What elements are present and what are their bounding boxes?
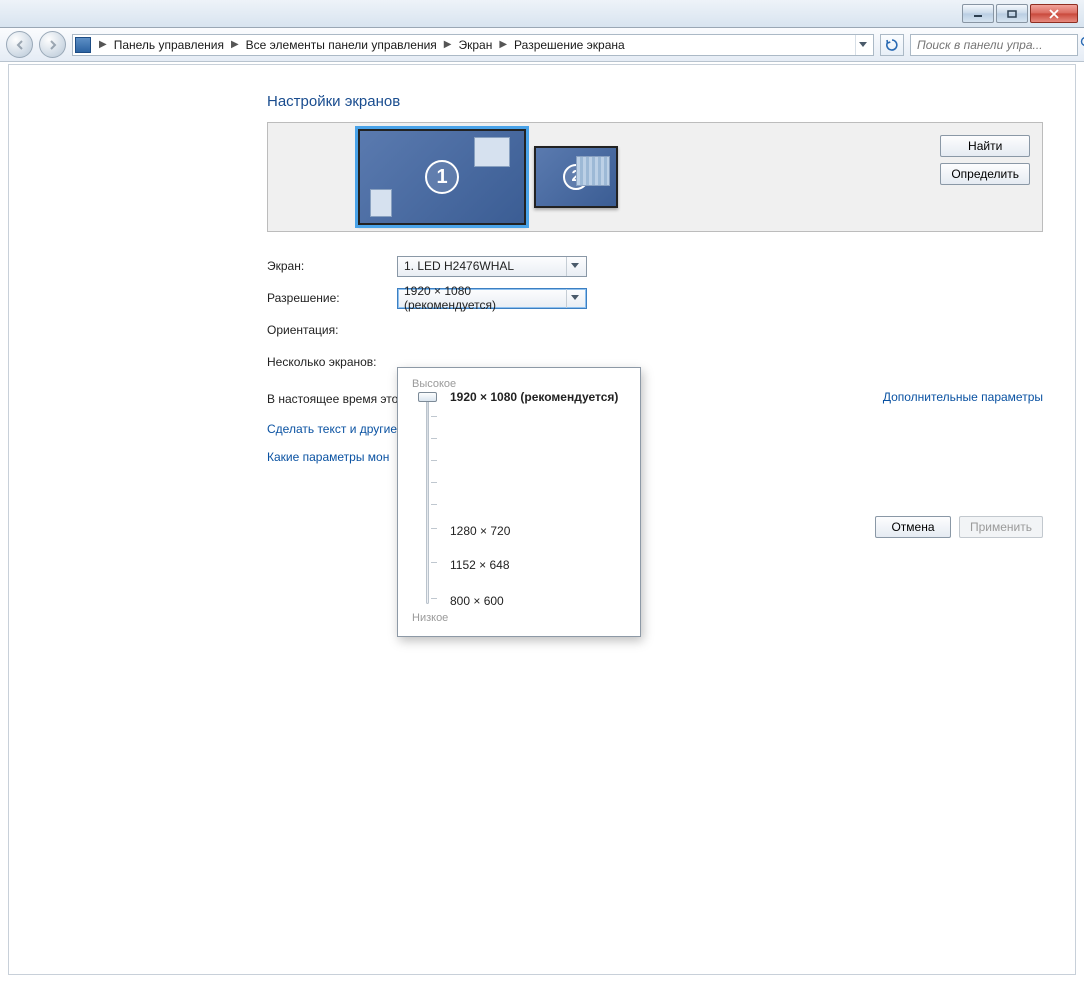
minimize-button[interactable] [962,4,994,23]
monitor-preview-box: 1 2 Найти Определить [267,122,1043,232]
text-size-link[interactable]: Сделать текст и другие [267,422,1043,436]
monitor-thumb-icon [474,137,510,167]
resolution-label: Разрешение: [267,291,397,305]
orientation-label: Ориентация: [267,323,397,337]
cancel-button[interactable]: Отмена [875,516,951,538]
refresh-button[interactable] [880,34,904,56]
monitor-number: 1 [425,160,459,194]
resolution-option[interactable]: 1920 × 1080 (рекомендуется) [450,390,618,404]
nav-forward-button[interactable] [39,31,66,58]
chevron-right-icon: ▶ [227,39,243,50]
chevron-right-icon: ▶ [495,39,511,50]
combo-value: 1920 × 1080 (рекомендуется) [404,284,566,312]
breadcrumb-item[interactable]: Разрешение экрана [511,38,628,52]
search-icon [1080,36,1084,54]
screen-combobox[interactable]: 1. LED H2476WHAL [397,256,587,277]
screen-label: Экран: [267,259,397,273]
monitor-thumb-icon [576,156,610,186]
breadcrumb-bar[interactable]: ▶ Панель управления ▶ Все элементы панел… [72,34,874,56]
combo-value: 1. LED H2476WHAL [404,259,514,273]
breadcrumb-history-button[interactable] [855,35,870,55]
window-titlebar [0,0,1084,28]
nav-back-button[interactable] [6,31,33,58]
monitor-2[interactable]: 2 [534,146,618,208]
breadcrumb-item[interactable]: Все элементы панели управления [243,38,440,52]
section-title: Настройки экранов [267,93,1043,110]
resolution-combobox[interactable]: 1920 × 1080 (рекомендуется) [397,288,587,309]
search-box[interactable] [910,34,1078,56]
advanced-params-link[interactable]: Дополнительные параметры [883,390,1043,404]
slider-thumb[interactable] [418,392,437,402]
resolution-option[interactable]: 800 × 600 [450,594,504,608]
resolution-popup: Высокое 1920 × 1080 (рекомендуется) 1280 … [397,367,641,637]
multi-screens-label: Несколько экранов: [267,355,417,369]
monitor-1[interactable]: 1 [358,129,526,225]
chevron-right-icon: ▶ [95,39,111,50]
find-button[interactable]: Найти [940,135,1030,157]
monitor-thumb-icon [370,189,392,217]
chevron-down-icon [566,289,582,308]
breadcrumb-item[interactable]: Панель управления [111,38,227,52]
which-params-link[interactable]: Какие параметры мон [267,450,1043,464]
resolution-option[interactable]: 1280 × 720 [450,524,510,538]
resolution-slider[interactable] [418,394,436,604]
control-panel-icon [75,37,91,53]
toolbar: ▶ Панель управления ▶ Все элементы панел… [0,28,1084,62]
breadcrumb-item[interactable]: Экран [455,38,495,52]
chevron-right-icon: ▶ [440,39,456,50]
chevron-down-icon [566,257,582,276]
resolution-option[interactable]: 1152 × 648 [450,558,510,572]
slider-high-label: Высокое [412,378,626,390]
slider-low-label: Низкое [412,612,626,624]
identify-button[interactable]: Определить [940,163,1030,185]
slider-rail [426,394,429,604]
close-button[interactable] [1030,4,1078,23]
content-panel: Настройки экранов 1 2 Найти Определить Э… [8,64,1076,975]
status-text: В настоящее время это [267,392,398,406]
search-input[interactable] [915,37,1076,53]
apply-button[interactable]: Применить [959,516,1043,538]
maximize-button[interactable] [996,4,1028,23]
